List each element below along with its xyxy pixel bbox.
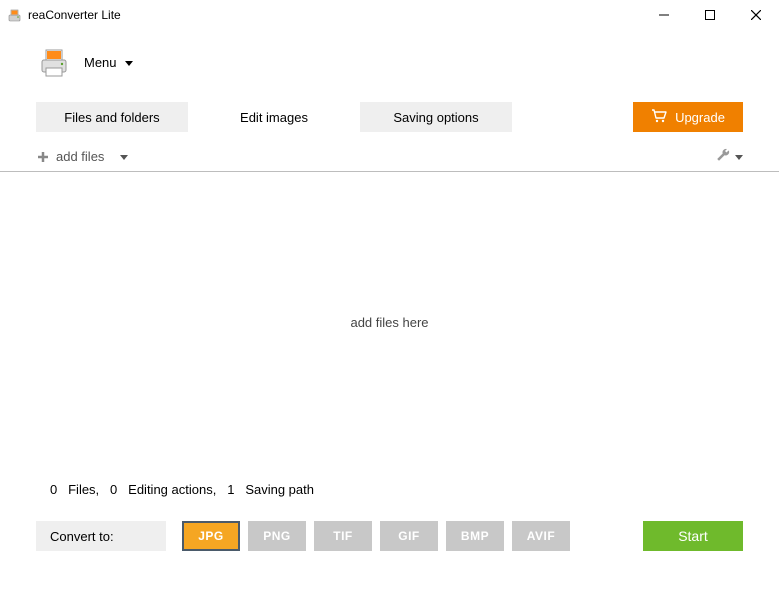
window-controls (641, 0, 779, 30)
file-drop-zone[interactable]: add files here (0, 172, 779, 472)
window-title: reaConverter Lite (28, 8, 121, 22)
status-editing-count: 0 (110, 482, 117, 497)
chevron-down-icon (125, 55, 133, 70)
upgrade-button[interactable]: Upgrade (633, 102, 743, 132)
format-button-bmp[interactable]: BMP (446, 521, 504, 551)
format-button-tif[interactable]: TIF (314, 521, 372, 551)
titlebar: reaConverter Lite (0, 0, 779, 30)
maximize-button[interactable] (687, 0, 733, 30)
chevron-down-icon (735, 149, 743, 164)
start-button[interactable]: Start (643, 521, 743, 551)
close-button[interactable] (733, 0, 779, 30)
chevron-down-icon (120, 149, 128, 164)
settings-button[interactable] (715, 147, 743, 166)
tab-files-and-folders[interactable]: Files and folders (36, 102, 188, 132)
start-label: Start (678, 528, 708, 544)
menu-button[interactable]: Menu (84, 55, 133, 70)
minimize-button[interactable] (641, 0, 687, 30)
cart-icon (651, 109, 667, 126)
plus-icon (36, 150, 50, 164)
status-saving-count: 1 (227, 482, 234, 497)
status-line: 0 Files, 0 Editing actions, 1 Saving pat… (0, 482, 779, 497)
toolbar-row: add files (0, 142, 779, 172)
bottom-row: Convert to: JPG PNG TIF GIF BMP AVIF Start (0, 521, 779, 551)
convert-to-label: Convert to: (36, 521, 166, 551)
add-files-button[interactable]: add files (36, 149, 128, 164)
wrench-icon (715, 147, 731, 166)
add-files-label: add files (56, 149, 104, 164)
printer-icon (36, 44, 72, 80)
tab-label: Edit images (240, 110, 308, 125)
menu-label: Menu (84, 55, 117, 70)
format-button-gif[interactable]: GIF (380, 521, 438, 551)
tab-label: Files and folders (64, 110, 159, 125)
format-button-jpg[interactable]: JPG (182, 521, 240, 551)
menu-row: Menu (0, 42, 779, 82)
format-button-avif[interactable]: AVIF (512, 521, 570, 551)
upgrade-label: Upgrade (675, 110, 725, 125)
app-icon (6, 7, 22, 23)
status-files-word: Files, (68, 482, 99, 497)
status-editing-word: Editing actions, (128, 482, 216, 497)
format-button-png[interactable]: PNG (248, 521, 306, 551)
tab-edit-images[interactable]: Edit images (198, 102, 350, 132)
format-buttons: JPG PNG TIF GIF BMP AVIF (182, 521, 570, 551)
status-files-count: 0 (50, 482, 57, 497)
tab-label: Saving options (393, 110, 478, 125)
status-saving-word: Saving path (245, 482, 314, 497)
tab-saving-options[interactable]: Saving options (360, 102, 512, 132)
dropzone-hint: add files here (350, 315, 428, 330)
tabs-row: Files and folders Edit images Saving opt… (0, 102, 779, 132)
